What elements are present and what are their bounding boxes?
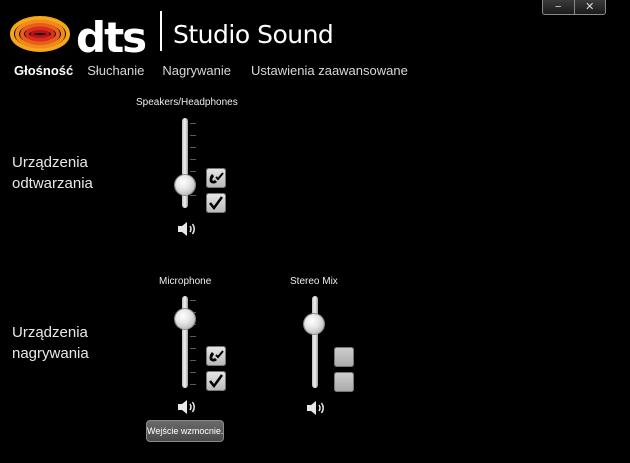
playback-section-label: Urządzenia odtwarzania: [12, 152, 93, 194]
slider-tick: [190, 171, 196, 172]
tab-volume[interactable]: Głośność: [14, 63, 73, 78]
slider-tick: [190, 147, 196, 148]
speaker-icon[interactable]: [305, 400, 327, 416]
window-controls: − ✕: [542, 0, 606, 15]
slider-tick: [190, 372, 196, 373]
device-name-stereo-mix: Stereo Mix: [290, 276, 338, 287]
slider-knob[interactable]: [175, 309, 195, 329]
slider-tick: [190, 159, 196, 160]
playback-label-line2: odtwarzania: [12, 175, 93, 192]
slider-tick: [190, 135, 196, 136]
tooltip-boost: Wejście wzmocnie...: [146, 420, 224, 442]
speaker-icon[interactable]: [176, 221, 198, 237]
slider-tick: [190, 348, 196, 349]
recording-label-line1: Urządzenia: [12, 324, 88, 341]
default-device-checkbox-microphone[interactable]: [206, 371, 226, 391]
logo-divider: [160, 11, 162, 51]
slider-tick: [190, 123, 196, 124]
recording-label-line2: nagrywania: [12, 345, 89, 362]
default-device-checkbox-stereo-mix[interactable]: [334, 372, 354, 392]
dts-wordmark: dts: [76, 13, 147, 62]
tab-bar: Głośność Słuchanie Nagrywanie Ustawienia…: [14, 63, 408, 78]
default-communication-checkbox-speakers[interactable]: [206, 168, 226, 188]
playback-label-line1: Urządzenia: [12, 154, 88, 171]
checkmark-icon: [209, 374, 224, 389]
slider-knob[interactable]: [304, 314, 324, 334]
slider-knob[interactable]: [175, 175, 195, 195]
slider-tick: [190, 300, 196, 301]
tab-recording[interactable]: Nagrywanie: [162, 63, 231, 78]
close-button[interactable]: ✕: [573, 0, 606, 14]
slider-tick: [190, 195, 196, 196]
volume-slider-microphone[interactable]: [170, 294, 200, 389]
tab-listening[interactable]: Słuchanie: [87, 63, 144, 78]
device-name-microphone: Microphone: [159, 276, 212, 287]
default-communication-checkbox-stereo-mix[interactable]: [334, 347, 354, 367]
slider-tick: [190, 360, 196, 361]
default-communication-checkbox-microphone[interactable]: [206, 346, 226, 366]
default-device-checkbox-speakers[interactable]: [206, 193, 226, 213]
volume-slider-speakers[interactable]: [170, 115, 200, 210]
slider-tick: [190, 384, 196, 385]
volume-slider-stereo-mix[interactable]: [300, 294, 330, 389]
product-name: Studio Sound: [173, 20, 334, 49]
phone-check-icon: [209, 350, 224, 362]
checkmark-icon: [209, 196, 224, 211]
speaker-icon[interactable]: [176, 399, 198, 415]
slider-track: [312, 296, 318, 388]
dts-rings-icon: [10, 16, 70, 52]
recording-section-label: Urządzenia nagrywania: [12, 322, 89, 364]
slider-tick: [190, 336, 196, 337]
device-name-speakers: Speakers/Headphones: [136, 97, 238, 108]
phone-check-icon: [209, 172, 224, 184]
tab-advanced-settings[interactable]: Ustawienia zaawansowane: [251, 63, 408, 78]
minimize-button[interactable]: −: [543, 0, 574, 14]
